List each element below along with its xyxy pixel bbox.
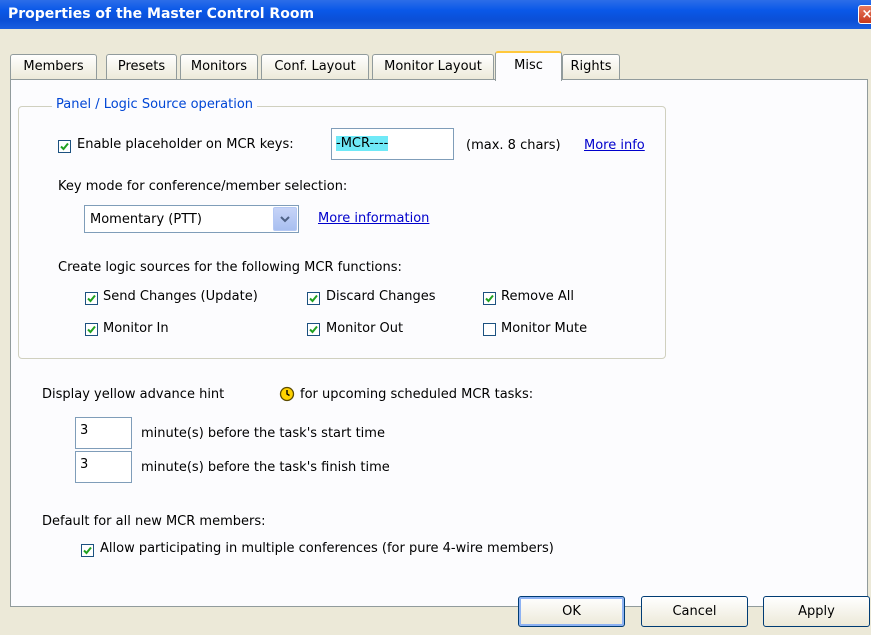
- tab-label: Rights: [570, 59, 612, 74]
- placeholder-input[interactable]: -MCR----: [331, 128, 454, 160]
- dropdown-button[interactable]: [273, 207, 297, 231]
- monitor-mute-label: Monitor Mute: [501, 321, 588, 336]
- tab-label: Conf. Layout: [274, 59, 356, 74]
- tab-label: Members: [23, 59, 84, 74]
- remove-all-label: Remove All: [501, 289, 575, 304]
- placeholder-value: -MCR----: [336, 136, 389, 151]
- tab-monitors[interactable]: Monitors: [180, 54, 258, 80]
- apply-button[interactable]: Apply: [763, 596, 870, 627]
- tab-label: Misc: [514, 58, 543, 73]
- monitor-in-label: Monitor In: [103, 321, 169, 336]
- monitor-in-checkbox[interactable]: [85, 323, 98, 336]
- tab-members[interactable]: Members: [10, 54, 97, 80]
- start-minutes-input[interactable]: 3: [75, 417, 132, 449]
- tab-monitor-layout[interactable]: Monitor Layout: [372, 54, 494, 80]
- close-icon: ×: [861, 7, 871, 22]
- enable-placeholder-label: Enable placeholder on MCR keys:: [77, 137, 294, 152]
- finish-minutes-input[interactable]: 3: [75, 451, 132, 483]
- cancel-button[interactable]: Cancel: [641, 596, 748, 627]
- key-mode-value: Momentary (PTT): [90, 212, 202, 227]
- cancel-label: Cancel: [672, 604, 717, 619]
- apply-label: Apply: [798, 604, 835, 619]
- discard-changes-checkbox[interactable]: [307, 292, 320, 305]
- more-info-link[interactable]: More info: [584, 138, 645, 153]
- tab-misc[interactable]: Misc: [495, 51, 562, 81]
- start-minutes-label: minute(s) before the task's start time: [141, 426, 385, 441]
- window-title: Properties of the Master Control Room: [8, 6, 315, 22]
- enable-placeholder-checkbox[interactable]: [58, 140, 71, 153]
- clock-icon: [279, 386, 295, 406]
- title-bar: Properties of the Master Control Room ×: [0, 0, 871, 29]
- ok-label: OK: [562, 604, 581, 619]
- defaults-label: Default for all new MCR members:: [42, 514, 266, 529]
- close-button[interactable]: ×: [858, 5, 871, 24]
- hint-label-pre: Display yellow advance hint: [42, 387, 225, 402]
- tab-presets[interactable]: Presets: [106, 54, 177, 80]
- finish-minutes-label: minute(s) before the task's finish time: [141, 460, 390, 475]
- hint-label-post: for upcoming scheduled MCR tasks:: [300, 387, 534, 402]
- remove-all-checkbox[interactable]: [483, 292, 496, 305]
- allow-multiple-conferences-checkbox[interactable]: [81, 544, 94, 557]
- discard-changes-label: Discard Changes: [326, 289, 436, 304]
- start-minutes-value: 3: [80, 423, 89, 438]
- send-changes-checkbox[interactable]: [85, 292, 98, 305]
- monitor-out-checkbox[interactable]: [307, 323, 320, 336]
- finish-minutes-value: 3: [80, 457, 89, 472]
- ok-button[interactable]: OK: [518, 596, 625, 627]
- tab-label: Presets: [117, 59, 166, 74]
- tab-label: Monitor Layout: [384, 59, 482, 74]
- monitor-mute-checkbox[interactable]: [483, 323, 496, 336]
- chevron-down-icon: [280, 216, 290, 223]
- more-information-link[interactable]: More information: [318, 211, 429, 226]
- logic-sources-label: Create logic sources for the following M…: [58, 260, 402, 275]
- group-title: Panel / Logic Source operation: [52, 97, 258, 112]
- tab-rights[interactable]: Rights: [562, 54, 620, 80]
- key-mode-select[interactable]: Momentary (PTT): [84, 205, 299, 233]
- tab-label: Monitors: [190, 59, 248, 74]
- send-changes-label: Send Changes (Update): [103, 289, 258, 304]
- key-mode-label: Key mode for conference/member selection…: [58, 179, 348, 194]
- monitor-out-label: Monitor Out: [326, 321, 404, 336]
- allow-multiple-conferences-label: Allow participating in multiple conferen…: [100, 541, 554, 556]
- max-chars-hint: (max. 8 chars): [466, 138, 561, 153]
- tab-conf-layout[interactable]: Conf. Layout: [261, 54, 369, 80]
